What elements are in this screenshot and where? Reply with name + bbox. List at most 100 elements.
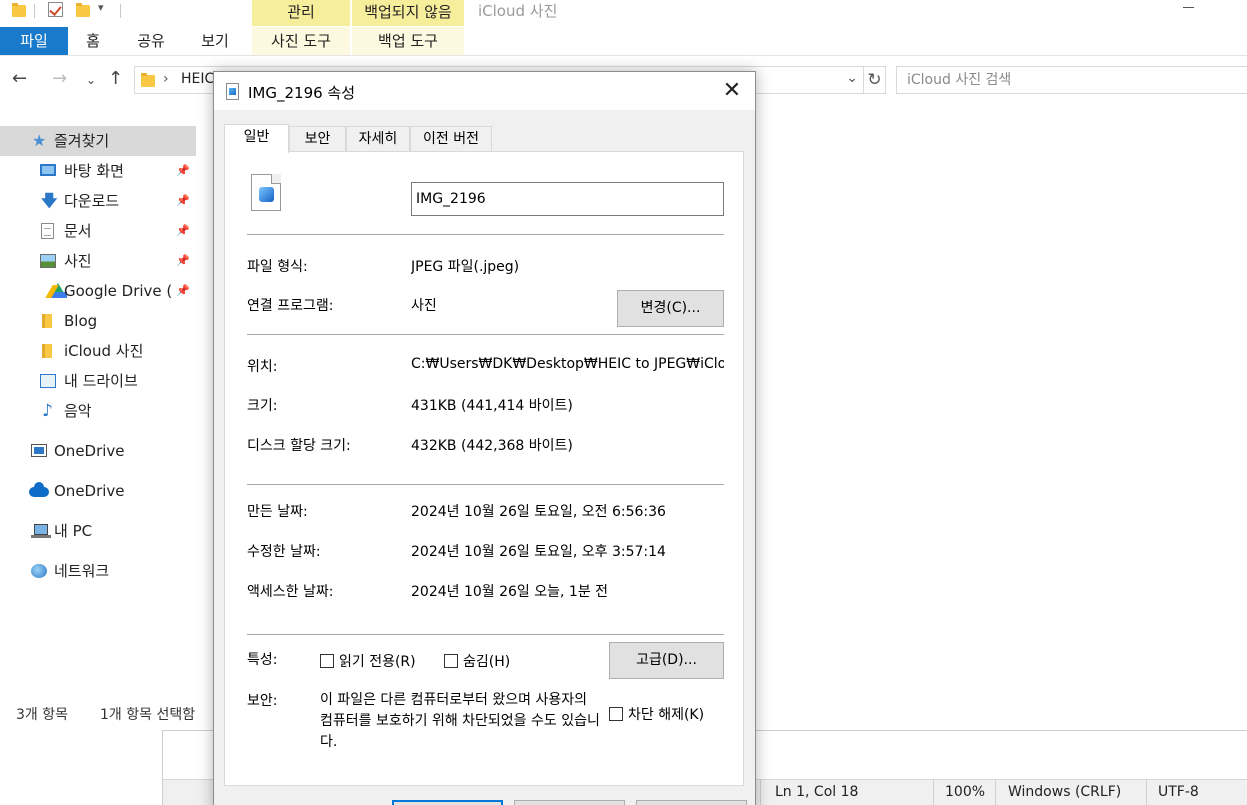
download-icon: 🡇 — [41, 191, 58, 210]
chevron-down-icon[interactable]: ⌄ — [846, 70, 858, 86]
accessed-value: 2024년 10월 26일 오늘, 1분 전 — [411, 584, 609, 600]
pin-icon: 📌 — [176, 254, 190, 267]
tab-previous-versions[interactable]: 이전 버전 — [410, 126, 492, 152]
cloud-icon — [29, 482, 49, 497]
my-drive-icon — [40, 374, 56, 388]
attributes-label: 특성: — [247, 652, 278, 668]
star-icon: ★ — [32, 131, 47, 150]
tab-details[interactable]: 자세히 — [346, 126, 410, 152]
sidebar-item-icloud-photos[interactable]: iCloud 사진 — [0, 336, 196, 366]
unblock-checkbox[interactable]: 차단 해제(K) — [609, 704, 704, 724]
refresh-button[interactable]: ↻ — [864, 66, 886, 94]
zoom-level: 100% — [945, 784, 986, 800]
created-value: 2024년 10월 26일 토요일, 오전 6:56:36 — [411, 504, 666, 520]
tab-share[interactable]: 공유 — [126, 27, 176, 55]
image-file-icon — [251, 174, 281, 211]
sidebar-item-onedrive-2[interactable]: OneDrive — [0, 476, 196, 506]
context-group-not-backed-up: 백업되지 않음 — [352, 0, 464, 26]
pin-icon: 📌 — [176, 164, 190, 177]
sidebar-item-network[interactable]: 네트워크 — [0, 556, 196, 586]
size-label: 크기: — [247, 398, 278, 414]
folder-icon[interactable] — [12, 3, 26, 17]
tab-file[interactable]: 파일 — [0, 27, 68, 55]
network-icon — [31, 564, 47, 578]
music-icon: ♪ — [42, 401, 53, 421]
file-type-label: 파일 형식: — [247, 259, 308, 275]
tab-home[interactable]: 홈 — [72, 27, 114, 55]
recent-locations-chevron-icon[interactable]: ⌄ — [86, 73, 96, 87]
ok-button[interactable] — [392, 800, 503, 805]
sidebar-item-quick-access[interactable]: ★ 즐겨찾기 — [0, 126, 196, 156]
location-label: 위치: — [247, 359, 278, 375]
new-folder-icon[interactable] — [76, 3, 90, 17]
readonly-checkbox[interactable]: 읽기 전용(R) — [320, 651, 416, 671]
breadcrumb-segment[interactable]: HEIC — [181, 71, 214, 87]
sidebar-item-documents[interactable]: 문서 📌 — [0, 216, 196, 246]
pin-icon: 📌 — [176, 224, 190, 237]
opens-with-value: 사진 — [411, 298, 437, 314]
quick-access-toolbar: ▾ — [0, 0, 250, 26]
cancel-button[interactable] — [514, 800, 625, 805]
hidden-checkbox[interactable]: 숨김(H) — [444, 651, 510, 671]
sidebar-item-this-pc[interactable]: 내 PC — [0, 516, 196, 546]
close-button[interactable]: ✕ — [717, 76, 747, 106]
security-label: 보안: — [247, 693, 278, 709]
sidebar-item-music[interactable]: ♪ 음악 — [0, 396, 196, 426]
folder-icon — [42, 344, 52, 358]
breadcrumb-separator: › — [163, 71, 169, 87]
pin-icon: 📌 — [176, 194, 190, 207]
desktop-icon — [40, 164, 56, 176]
tab-backup-tools[interactable]: 백업 도구 — [352, 27, 464, 55]
document-icon — [41, 223, 54, 239]
onedrive-icon — [31, 444, 47, 457]
modified-label: 수정한 날짜: — [247, 544, 321, 560]
search-box[interactable] — [896, 66, 1247, 94]
tab-picture-tools[interactable]: 사진 도구 — [252, 27, 350, 55]
file-name-input[interactable] — [411, 182, 724, 216]
security-warning-text: 이 파일은 다른 컴퓨터로부터 왔으며 사용자의 컴퓨터를 보호하기 위해 차단… — [320, 692, 600, 750]
up-arrow-icon[interactable]: ↑ — [108, 68, 123, 89]
apply-button[interactable] — [636, 800, 747, 805]
created-label: 만든 날짜: — [247, 504, 308, 520]
window-title: iCloud 사진 — [478, 2, 558, 20]
advanced-button[interactable]: 고급(D)... — [609, 642, 724, 679]
sidebar-item-desktop[interactable]: 바탕 화면 📌 — [0, 156, 196, 186]
minimize-button[interactable] — [1183, 7, 1194, 8]
close-icon: ✕ — [722, 78, 742, 103]
search-input[interactable] — [897, 67, 1247, 93]
properties-dialog: IMG_2196 속성 ✕ 일반 보안 자세히 이전 버전 파일 형식: JPE… — [213, 71, 756, 805]
location-value[interactable]: C:₩Users₩DK₩Desktop₩HEIC to JPEG₩iCloud — [411, 356, 724, 372]
size-on-disk-label: 디스크 할당 크기: — [247, 438, 351, 454]
sidebar-item-downloads[interactable]: 🡇 다운로드 📌 — [0, 186, 196, 216]
selection-count: 1개 항목 선택함 — [100, 707, 196, 723]
opens-with-label: 연결 프로그램: — [247, 298, 334, 314]
navigation-pane: ★ 즐겨찾기 바탕 화면 📌 🡇 다운로드 📌 문서 📌 사진 📌 Google… — [0, 126, 196, 586]
sidebar-item-my-drive[interactable]: 내 드라이브 — [0, 366, 196, 396]
back-arrow-icon[interactable]: ← — [12, 68, 27, 89]
divider — [247, 484, 724, 485]
sidebar-item-onedrive-1[interactable]: OneDrive — [0, 436, 196, 466]
customize-toolbar-icon[interactable]: ▾ — [98, 1, 104, 14]
item-count: 3개 항목 — [16, 707, 68, 723]
sidebar-item-google-drive[interactable]: Google Drive (G 📌 — [0, 276, 196, 306]
tab-view[interactable]: 보기 — [190, 27, 240, 55]
ribbon-tabs: 파일 홈 공유 보기 사진 도구 백업 도구 — [0, 27, 470, 55]
encoding: UTF-8 — [1158, 784, 1199, 800]
context-group-manage: 관리 — [252, 0, 350, 26]
accessed-label: 액세스한 날짜: — [247, 584, 334, 600]
properties-check-icon[interactable] — [48, 2, 63, 17]
tab-general[interactable]: 일반 — [224, 124, 289, 153]
modified-value: 2024년 10월 26일 토요일, 오후 3:57:14 — [411, 544, 666, 560]
change-button[interactable]: 변경(C)... — [617, 290, 724, 327]
tab-security[interactable]: 보안 — [289, 126, 346, 152]
divider — [247, 234, 724, 235]
sidebar-item-pictures[interactable]: 사진 📌 — [0, 246, 196, 276]
pictures-icon — [40, 254, 56, 268]
sidebar-item-blog[interactable]: Blog — [0, 306, 196, 336]
dialog-title: IMG_2196 속성 — [248, 84, 356, 102]
image-file-icon — [226, 83, 239, 100]
refresh-icon: ↻ — [867, 70, 882, 90]
forward-arrow-icon[interactable]: → — [52, 68, 67, 89]
cursor-position: Ln 1, Col 18 — [775, 784, 859, 800]
size-value: 431KB (441,414 바이트) — [411, 398, 573, 414]
